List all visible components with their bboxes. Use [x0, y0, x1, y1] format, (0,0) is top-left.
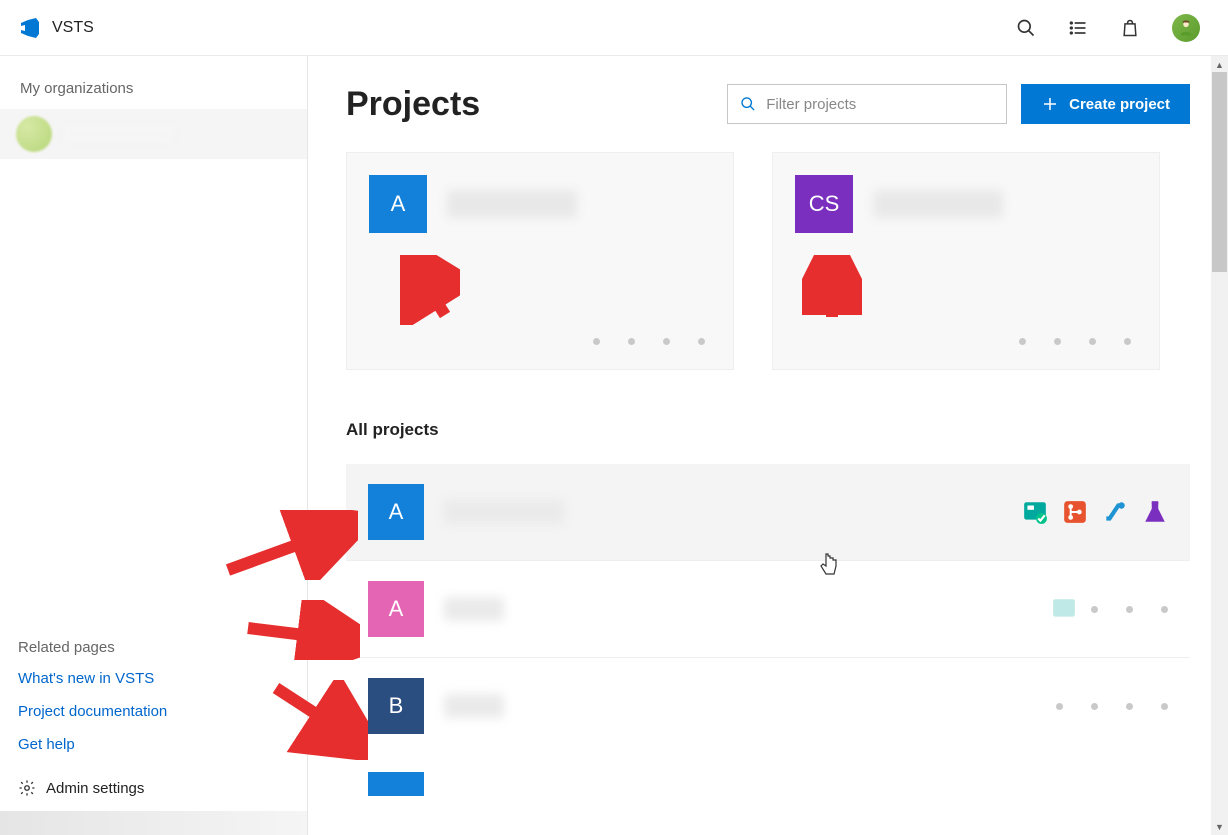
top-header: VSTS — [0, 0, 1228, 56]
my-organizations-label: My organizations — [0, 80, 307, 109]
organization-item[interactable] — [0, 109, 307, 159]
card-service-dots — [1019, 338, 1131, 345]
scrollbar-thumb[interactable] — [1212, 72, 1227, 272]
header-actions — [1016, 14, 1210, 42]
link-whats-new[interactable]: What's new in VSTS — [18, 670, 289, 687]
project-row[interactable]: A — [346, 561, 1190, 658]
repos-icon[interactable] — [1062, 499, 1088, 525]
scrollbar[interactable]: ▲ ▼ — [1211, 56, 1228, 835]
create-project-button[interactable]: Create project — [1021, 84, 1190, 124]
featured-projects-row: A CS — [346, 152, 1190, 370]
search-icon[interactable] — [1016, 18, 1036, 38]
sidebar-footer — [0, 811, 307, 835]
project-name-redacted — [447, 190, 577, 218]
filter-projects-input[interactable] — [766, 96, 994, 113]
project-name-redacted — [444, 500, 564, 524]
project-tile: A — [368, 484, 424, 540]
test-plans-icon[interactable] — [1142, 499, 1168, 525]
boards-icon[interactable] — [1022, 499, 1048, 525]
user-avatar[interactable] — [1172, 14, 1200, 42]
create-project-label: Create project — [1069, 96, 1170, 113]
project-tile: A — [369, 175, 427, 233]
admin-settings-label: Admin settings — [46, 780, 144, 797]
filter-projects-input-wrap[interactable] — [727, 84, 1007, 124]
list-icon[interactable] — [1068, 18, 1088, 38]
gear-icon — [18, 779, 36, 797]
pipelines-icon[interactable] — [1102, 499, 1128, 525]
card-service-dots — [593, 338, 705, 345]
project-row[interactable] — [346, 754, 1190, 796]
project-row[interactable]: B — [346, 658, 1190, 754]
plus-icon — [1041, 95, 1059, 113]
shopping-bag-icon[interactable] — [1120, 18, 1140, 38]
project-name-redacted — [873, 190, 1003, 218]
logo-area[interactable]: VSTS — [18, 16, 94, 40]
project-card[interactable]: A — [346, 152, 734, 370]
org-name-redacted — [64, 125, 174, 143]
page-title: Projects — [346, 85, 480, 124]
admin-settings-link[interactable]: Admin settings — [18, 769, 289, 811]
project-card[interactable]: CS — [772, 152, 1160, 370]
org-avatar — [16, 116, 52, 152]
link-project-documentation[interactable]: Project documentation — [18, 703, 289, 720]
all-projects-heading: All projects — [346, 420, 1190, 440]
project-row[interactable]: A — [346, 464, 1190, 561]
scroll-down-arrow[interactable]: ▼ — [1211, 818, 1228, 835]
boards-icon-faded[interactable] — [1051, 596, 1077, 622]
service-icons — [1056, 703, 1168, 710]
service-icons — [1022, 499, 1168, 525]
project-tile: B — [368, 678, 424, 734]
search-icon — [740, 95, 756, 113]
sidebar: My organizations Related pages What's ne… — [0, 56, 308, 835]
main-content: Projects Create project — [308, 56, 1228, 835]
project-name-redacted — [444, 694, 504, 718]
vsts-logo-icon — [18, 16, 42, 40]
scroll-up-arrow[interactable]: ▲ — [1211, 56, 1228, 73]
project-tile — [368, 772, 424, 796]
product-name: VSTS — [52, 19, 94, 37]
link-get-help[interactable]: Get help — [18, 736, 289, 753]
project-tile: A — [368, 581, 424, 637]
project-name-redacted — [444, 597, 504, 621]
related-pages-label: Related pages — [18, 639, 289, 656]
project-tile: CS — [795, 175, 853, 233]
service-icons — [1051, 596, 1168, 622]
